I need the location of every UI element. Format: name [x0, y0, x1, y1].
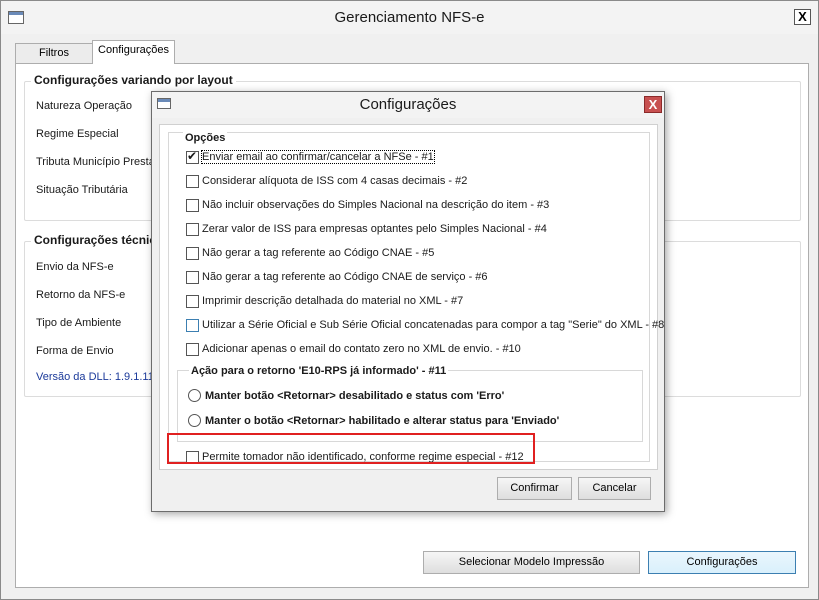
option-3[interactable]: Não incluir observações do Simples Nacio… [186, 197, 549, 213]
checkbox-option-6[interactable] [186, 270, 199, 284]
radio-2-label: Manter o botão <Retornar> habilitado e a… [205, 414, 560, 427]
dialog-title: Configurações [359, 96, 457, 113]
label-regime-especial: Regime Especial [36, 128, 119, 140]
select-print-model-button[interactable]: Selecionar Modelo Impressão [423, 551, 640, 574]
tech-group-legend: Configurações técnica [31, 233, 166, 247]
option-2-label: Considerar alíquota de ISS com 4 casas d… [202, 175, 468, 187]
retorno-action-group: Ação para o retorno 'E10-RPS já informad… [177, 365, 643, 442]
radio-manter-desabilitado[interactable]: Manter botão <Retornar> desabilitado e s… [188, 389, 504, 402]
radio-1-label: Manter botão <Retornar> desabilitado e s… [205, 389, 505, 402]
label-situacao-tributaria: Situação Tributária [36, 184, 128, 196]
radio-manter-habilitado[interactable]: Manter o botão <Retornar> habilitado e a… [188, 414, 559, 427]
close-icon[interactable]: X [794, 9, 811, 25]
checkbox-option-4[interactable] [186, 222, 199, 236]
checkbox-option-3[interactable] [186, 198, 199, 212]
checkbox-option-7[interactable] [186, 294, 199, 308]
label-tipo-ambiente: Tipo de Ambiente [36, 317, 122, 329]
option-4[interactable]: Zerar valor de ISS para empresas optante… [186, 221, 547, 237]
option-7-label: Imprimir descrição detalhada do material… [202, 295, 464, 307]
options-group: Opções Enviar email ao confirmar/cancela… [168, 132, 664, 464]
option-8-label: Utilizar a Série Oficial e Sub Série Ofi… [202, 319, 665, 331]
label-envio-nfse: Envio da NFS-e [36, 261, 114, 273]
checkbox-option-2[interactable] [186, 174, 199, 188]
window-title: Gerenciamento NFS-e [334, 9, 485, 26]
option-5-label: Não gerar a tag referente ao Código CNAE… [202, 247, 435, 259]
tab-configuracoes[interactable]: Configurações [92, 40, 175, 64]
label-natureza-operacao: Natureza Operação [36, 100, 132, 112]
dll-version-label: Versão da DLL: 1.9.1.11 [36, 371, 154, 383]
title-bar: Gerenciamento NFS-e X [1, 1, 818, 34]
radio-button-1[interactable] [188, 389, 201, 402]
confirm-button[interactable]: Confirmar [497, 477, 572, 500]
layout-group-legend: Configurações variando por layout [31, 73, 236, 87]
label-tributa-municipio: Tributa Município Prestad [36, 156, 161, 168]
configuracoes-button[interactable]: Configurações [648, 551, 796, 574]
dialog-close-icon[interactable]: X [644, 96, 662, 113]
option-6[interactable]: Não gerar a tag referente ao Código CNAE… [186, 269, 488, 285]
dialog-title-bar: Configurações X [152, 92, 664, 118]
option-1[interactable]: Enviar email ao confirmar/cancelar a NFS… [186, 149, 435, 165]
highlight-annotation [167, 433, 535, 464]
option-10-label: Adicionar apenas o email do contato zero… [202, 343, 521, 355]
checkbox-option-10[interactable] [186, 342, 199, 356]
option-3-label: Não incluir observações do Simples Nacio… [202, 199, 550, 211]
options-legend: Opções [183, 132, 228, 144]
label-retorno-nfse: Retorno da NFS-e [36, 289, 126, 301]
option-10[interactable]: Adicionar apenas o email do contato zero… [186, 341, 521, 357]
checkbox-option-8[interactable] [186, 318, 199, 332]
option-8[interactable]: Utilizar a Série Oficial e Sub Série Ofi… [186, 317, 664, 333]
option-7[interactable]: Imprimir descrição detalhada do material… [186, 293, 463, 309]
radio-button-2[interactable] [188, 414, 201, 427]
cancel-button[interactable]: Cancelar [578, 477, 651, 500]
tab-filtros[interactable]: Filtros [15, 43, 93, 63]
option-5[interactable]: Não gerar a tag referente ao Código CNAE… [186, 245, 434, 261]
checkbox-option-5[interactable] [186, 246, 199, 260]
option-2[interactable]: Considerar alíquota de ISS com 4 casas d… [186, 173, 467, 189]
dialog-body: Opções Enviar email ao confirmar/cancela… [159, 124, 664, 470]
option-6-label: Não gerar a tag referente ao Código CNAE… [202, 271, 488, 283]
label-forma-envio: Forma de Envio [36, 345, 114, 357]
option-1-label: Enviar email ao confirmar/cancelar a NFS… [201, 150, 435, 164]
option-4-label: Zerar valor de ISS para empresas optante… [202, 223, 547, 235]
checkbox-option-1[interactable] [186, 149, 199, 164]
retorno-action-legend: Ação para o retorno 'E10-RPS já informad… [189, 365, 449, 377]
